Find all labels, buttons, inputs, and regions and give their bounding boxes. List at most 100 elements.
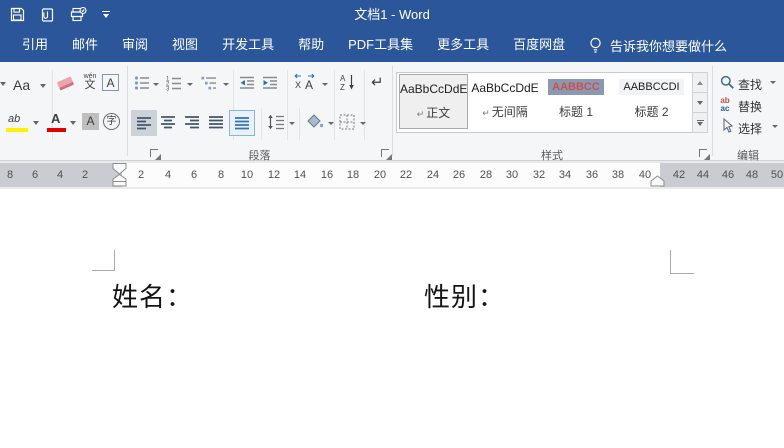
tab-pdf-tools[interactable]: PDF工具集: [336, 28, 425, 62]
justify-button[interactable]: [208, 115, 224, 134]
line-spacing-button[interactable]: [267, 114, 285, 135]
numbering-button[interactable]: 1 2 3: [166, 75, 182, 97]
shading-button[interactable]: [306, 114, 324, 135]
tell-me-box[interactable]: 告诉我你想要做什么: [588, 28, 727, 62]
find-button[interactable]: [720, 75, 735, 95]
bullets-button[interactable]: [134, 75, 150, 96]
chevron-down-icon[interactable]: [0, 82, 6, 86]
align-center-icon: [161, 116, 175, 129]
word-window: 文档1 - Word 引用 邮件 审阅 视图 开发工具 帮助 PDF工具集 更多…: [0, 0, 784, 448]
chevron-down-icon[interactable]: [153, 83, 159, 86]
decrease-indent-button[interactable]: [239, 75, 255, 96]
triangle-up-icon: [697, 80, 703, 85]
sort-button[interactable]: A Z: [340, 73, 356, 96]
align-right-button[interactable]: [184, 115, 200, 134]
chevron-down-icon[interactable]: [33, 121, 39, 125]
ruler: 8 6 4 2 2 4 6 8 10 12 14 16 18 20 22 24 …: [0, 161, 784, 189]
distribute-text-button[interactable]: [229, 110, 255, 136]
styles-scroll-down-button[interactable]: [692, 93, 708, 113]
ribbon: Aa wén 文 A ab A A 字 1 2 3 X A A Z ↵ 段落 A…: [0, 62, 784, 162]
chevron-down-icon[interactable]: [187, 83, 193, 86]
gender-field-label: 性别：: [424, 282, 506, 312]
divider: [334, 70, 335, 140]
change-case-button[interactable]: Aa: [13, 77, 30, 93]
tell-me-label: 告诉我你想要做什么: [610, 38, 728, 54]
character-shading-button[interactable]: A: [82, 113, 99, 130]
paragraph-dialog-launcher[interactable]: [381, 149, 392, 160]
style-preview: AaBbCcDdE: [400, 82, 468, 96]
chevron-down-icon[interactable]: [360, 122, 366, 125]
text-highlight-button[interactable]: ab: [8, 113, 20, 125]
character-border-button[interactable]: A: [102, 74, 119, 91]
align-center-button[interactable]: [160, 115, 176, 134]
tab-review[interactable]: 审阅: [110, 28, 160, 62]
chevron-down-icon[interactable]: [70, 121, 76, 125]
styles-more-button[interactable]: [692, 113, 708, 133]
chevron-down-icon[interactable]: [289, 122, 295, 125]
ruler-band: 8 6 4 2 2 4 6 8 10 12 14 16 18 20 22 24 …: [0, 163, 784, 187]
borders-button[interactable]: [339, 114, 355, 135]
sort-az-icon: A Z: [340, 74, 354, 92]
asian-layout-button[interactable]: X A: [293, 73, 318, 96]
bar-icon: [696, 119, 704, 121]
group-divider: [127, 66, 128, 156]
increase-indent-button[interactable]: [262, 75, 278, 96]
chevron-down-icon[interactable]: [40, 84, 46, 88]
chevron-down-icon[interactable]: [223, 83, 229, 86]
styles-scroll-up-button[interactable]: [692, 72, 708, 93]
style-preview: AaBbCcDdE: [471, 81, 539, 95]
tab-mailings[interactable]: 邮件: [60, 28, 110, 62]
document-page[interactable]: 姓名： 性别：: [0, 189, 784, 448]
select-button[interactable]: [721, 117, 735, 138]
tab-view[interactable]: 视图: [160, 28, 210, 62]
style-preview: AABBCC: [548, 79, 604, 95]
style-card-heading1[interactable]: AABBCC 标题 1: [541, 74, 611, 129]
left-indent-marker[interactable]: [112, 181, 127, 187]
paragraph-style-icon: ↵: [482, 108, 490, 118]
multilevel-list-button[interactable]: [201, 75, 217, 96]
font-color-bar: [47, 128, 66, 132]
phonetic-bottom-label: 文: [84, 79, 96, 91]
replace-icon-bottom: ac: [720, 104, 730, 113]
search-icon: [720, 75, 734, 89]
phonetic-guide-button[interactable]: wén 文: [80, 73, 100, 91]
align-left-button[interactable]: [131, 110, 157, 136]
tab-baidu-netdisk[interactable]: 百度网盘: [501, 28, 577, 62]
enclose-characters-button[interactable]: 字: [103, 113, 120, 130]
divider: [299, 108, 300, 140]
margin-crop-mark: [670, 273, 694, 274]
tab-developer[interactable]: 开发工具: [210, 28, 286, 62]
hanging-indent-marker[interactable]: [112, 173, 127, 182]
style-card-heading2[interactable]: AABBCCDI 标题 2: [613, 74, 690, 129]
margin-crop-mark: [114, 250, 115, 271]
tab-help[interactable]: 帮助: [286, 28, 336, 62]
show-hide-marks-button[interactable]: ↵: [371, 73, 384, 91]
replace-button[interactable]: ab ac: [716, 97, 734, 113]
line-spacing-icon: [268, 114, 284, 130]
group-divider: [712, 66, 713, 156]
chevron-down-icon[interactable]: [322, 83, 328, 86]
divider: [261, 108, 262, 140]
first-line-indent-marker[interactable]: [112, 163, 127, 175]
divider: [287, 70, 288, 140]
style-card-normal[interactable]: AaBbCcDdE ↵ 正文: [399, 74, 468, 129]
increase-indent-icon: [263, 76, 277, 89]
chevron-down-icon[interactable]: [328, 122, 334, 125]
styles-dialog-launcher[interactable]: [699, 149, 710, 160]
clear-formatting-eraser-icon[interactable]: [56, 76, 75, 91]
replace-label[interactable]: 替换: [738, 98, 762, 115]
tab-more-tools[interactable]: 更多工具: [425, 28, 501, 62]
margin-crop-mark: [670, 250, 671, 274]
chevron-down-icon[interactable]: [772, 125, 778, 128]
chevron-down-icon[interactable]: [770, 81, 776, 84]
right-indent-marker[interactable]: [650, 175, 665, 187]
font-color-button[interactable]: A: [51, 111, 60, 126]
style-card-no-spacing[interactable]: AaBbCcDdE ↵ 无间隔: [471, 74, 539, 129]
multilevel-list-icon: [201, 76, 216, 90]
find-label[interactable]: 查找: [738, 76, 762, 93]
lightbulb-icon: [590, 37, 601, 53]
tab-references[interactable]: 引用: [10, 28, 60, 62]
bullet-list-icon: [134, 76, 149, 90]
select-label[interactable]: 选择: [738, 120, 762, 137]
highlight-color-bar: [6, 128, 28, 132]
